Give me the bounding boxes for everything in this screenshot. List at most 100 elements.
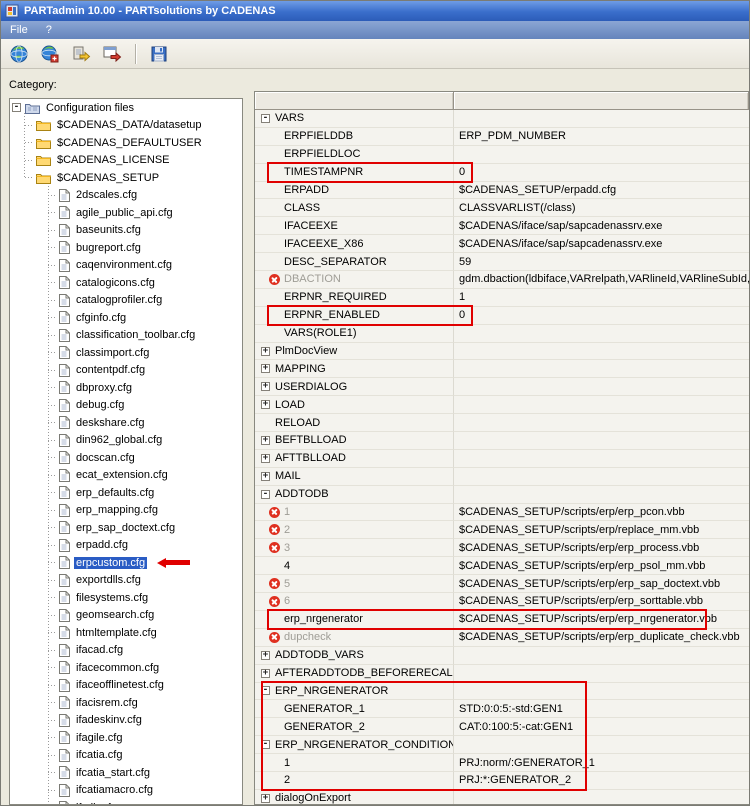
tree-file[interactable]: ifcatiamacro.cfg <box>10 782 242 800</box>
tree-file[interactable]: ifacecommon.cfg <box>10 659 242 677</box>
property-value-cell[interactable] <box>454 789 749 804</box>
deactivated-icon[interactable] <box>269 524 280 536</box>
property-value-cell[interactable] <box>454 360 749 379</box>
property-value-cell[interactable]: 1 <box>454 288 749 307</box>
tree-file[interactable]: geomsearch.cfg <box>10 607 242 625</box>
grid-row[interactable]: + MAIL <box>255 467 749 486</box>
deactivated-icon[interactable] <box>269 631 280 643</box>
tree-file[interactable]: bugreport.cfg <box>10 239 242 257</box>
tree-file[interactable]: erp_mapping.cfg <box>10 502 242 520</box>
grid-row[interactable]: ERPADD $CADENAS_SETUP/erpadd.cfg <box>255 181 749 200</box>
grid-row[interactable]: CLASS CLASSVARLIST(/class) <box>255 199 749 218</box>
config-grid[interactable]: - VARS ERPFIELDDB ERP_PDM_NUMBER ERPFIELDLOC… <box>254 91 749 805</box>
property-value-cell[interactable]: $CADENAS_SETUP/scripts/erp/erp_psol_mm.v… <box>454 557 749 576</box>
grid-row[interactable]: + dialogOnExport <box>255 789 749 804</box>
grid-row[interactable]: 2 PRJ:*:GENERATOR_2 <box>255 771 749 790</box>
property-value-cell[interactable]: $CADENAS_SETUP/scripts/erp/erp_sap_docte… <box>454 575 749 594</box>
tree-file[interactable]: ifcatia.cfg <box>10 747 242 765</box>
expand-icon[interactable]: + <box>261 668 270 678</box>
grid-row[interactable]: + PlmDocView <box>255 342 749 361</box>
titlebar[interactable]: PARTadmin 10.00 - PARTsolutions by CADEN… <box>1 1 749 21</box>
tree-file[interactable]: caqenvironment.cfg <box>10 257 242 275</box>
property-value-cell[interactable] <box>454 145 749 164</box>
grid-row[interactable]: - ERP_NRGENERATOR_CONDITIONS <box>255 736 749 755</box>
property-value-cell[interactable] <box>454 110 749 128</box>
tree-file[interactable]: ifcdb.cfg <box>10 799 242 804</box>
grid-row[interactable]: 1 $CADENAS_SETUP/scripts/erp/erp_pcon.vbb <box>255 503 749 522</box>
tree-file[interactable]: classification_toolbar.cfg <box>10 327 242 345</box>
grid-row[interactable]: + MAPPING <box>255 360 749 379</box>
property-value-cell[interactable]: $CADENAS_SETUP/scripts/erp/erp_process.v… <box>454 539 749 558</box>
tree-folder[interactable]: $CADENAS_DEFAULTUSER <box>10 134 242 152</box>
grid-row[interactable]: + AFTERADDTODB_BEFORERECALC <box>255 664 749 683</box>
tree-file[interactable]: ifcatia_start.cfg <box>10 764 242 782</box>
property-value-cell[interactable]: PRJ:*:GENERATOR_2 <box>454 771 749 790</box>
tree-file[interactable]: erpadd.cfg <box>10 537 242 555</box>
tree-file[interactable]: catalogprofiler.cfg <box>10 292 242 310</box>
tree-file[interactable]: classimport.cfg <box>10 344 242 362</box>
tree-folder[interactable]: $CADENAS_SETUP <box>10 169 242 187</box>
property-value-cell[interactable]: $CADENAS/iface/sap/sapcadenassrv.exe <box>454 217 749 236</box>
property-value-cell[interactable] <box>454 682 749 701</box>
tree-file[interactable]: ifadeskinv.cfg <box>10 712 242 730</box>
property-value-cell[interactable] <box>454 324 749 343</box>
grid-row[interactable]: 1 PRJ:norm/:GENERATOR_1 <box>255 754 749 772</box>
property-value-cell[interactable] <box>454 485 749 504</box>
property-value-cell[interactable]: ERP_PDM_NUMBER <box>454 127 749 146</box>
grid-row[interactable]: 6 $CADENAS_SETUP/scripts/erp/erp_sorttabl… <box>255 593 749 611</box>
property-value-cell[interactable]: $CADENAS_SETUP/scripts/erp/erp_pcon.vbb <box>454 503 749 522</box>
grid-row[interactable]: + LOAD <box>255 396 749 415</box>
tree-file[interactable]: docscan.cfg <box>10 449 242 467</box>
grid-row[interactable]: 4 $CADENAS_SETUP/scripts/erp/erp_psol_mm.… <box>255 557 749 576</box>
property-value-cell[interactable] <box>454 396 749 415</box>
collapse-icon[interactable]: - <box>261 113 270 123</box>
property-value-cell[interactable]: 0 <box>454 163 749 182</box>
expand-icon[interactable]: + <box>261 650 270 660</box>
property-value-cell[interactable]: $CADENAS_SETUP/scripts/erp/erp_sorttable… <box>454 593 749 611</box>
tree-file[interactable]: contentpdf.cfg <box>10 362 242 380</box>
collapse-icon[interactable]: - <box>261 489 270 499</box>
grid-row[interactable]: - ADDTODB <box>255 485 749 504</box>
grid-row[interactable]: DBACTION gdm.dbaction(ldbiface,VARrelpath… <box>255 271 749 289</box>
tree-file[interactable]: ifacad.cfg <box>10 642 242 660</box>
property-value-cell[interactable] <box>454 449 749 468</box>
property-value-cell[interactable] <box>454 736 749 755</box>
tree-file-selected[interactable]: erpcustom.cfg <box>10 554 242 572</box>
deactivated-icon[interactable] <box>269 542 280 554</box>
grid-row[interactable]: ERPFIELDDB ERP_PDM_NUMBER <box>255 127 749 146</box>
grid-row[interactable]: TIMESTAMPNR 0 <box>255 163 749 182</box>
transfer-button[interactable] <box>100 42 124 66</box>
grid-row[interactable]: dupcheck $CADENAS_SETUP/scripts/erp/erp_d… <box>255 628 749 647</box>
property-value-cell[interactable] <box>454 646 749 665</box>
property-value-cell[interactable]: 59 <box>454 253 749 272</box>
expand-icon[interactable]: + <box>261 453 270 463</box>
property-value-cell[interactable] <box>454 467 749 486</box>
grid-row[interactable]: GENERATOR_1 STD:0:0:5:-std:GEN1 <box>255 700 749 719</box>
tree-file[interactable]: exportdlls.cfg <box>10 572 242 590</box>
deactivated-icon[interactable] <box>269 578 280 590</box>
expand-icon[interactable]: + <box>261 364 270 374</box>
expand-icon[interactable]: + <box>261 400 270 410</box>
property-value-cell[interactable]: $CADENAS_SETUP/scripts/erp/erp_nrgenerat… <box>454 610 749 629</box>
tree-file[interactable]: agile_public_api.cfg <box>10 204 242 222</box>
property-value-cell[interactable] <box>454 664 749 683</box>
property-value-cell[interactable]: 0 <box>454 306 749 325</box>
tree-file[interactable]: 2dscales.cfg <box>10 187 242 205</box>
grid-row[interactable]: - VARS <box>255 110 749 128</box>
grid-row[interactable]: RELOAD <box>255 414 749 433</box>
expand-icon[interactable]: + <box>261 382 270 392</box>
expand-icon[interactable]: + <box>261 435 270 445</box>
property-value-cell[interactable]: gdm.dbaction(ldbiface,VARrelpath,VARline… <box>454 271 749 289</box>
online-update-button[interactable] <box>7 42 31 66</box>
property-value-cell[interactable] <box>454 342 749 361</box>
tree-file[interactable]: catalogicons.cfg <box>10 274 242 292</box>
tree-file[interactable]: ifaceofflinetest.cfg <box>10 677 242 695</box>
expand-icon[interactable]: + <box>261 471 270 481</box>
grid-row[interactable]: 5 $CADENAS_SETUP/scripts/erp/erp_sap_doct… <box>255 575 749 594</box>
tree-file[interactable]: filesystems.cfg <box>10 589 242 607</box>
grid-row[interactable]: 2 $CADENAS_SETUP/scripts/erp/replace_mm.v… <box>255 521 749 540</box>
grid-row[interactable]: IFACEEXE $CADENAS/iface/sap/sapcadenassrv… <box>255 217 749 236</box>
tree-file[interactable]: ifacisrem.cfg <box>10 694 242 712</box>
menu-help[interactable]: ? <box>37 24 61 36</box>
property-value-cell[interactable]: $CADENAS_SETUP/scripts/erp/erp_duplicate… <box>454 628 749 647</box>
